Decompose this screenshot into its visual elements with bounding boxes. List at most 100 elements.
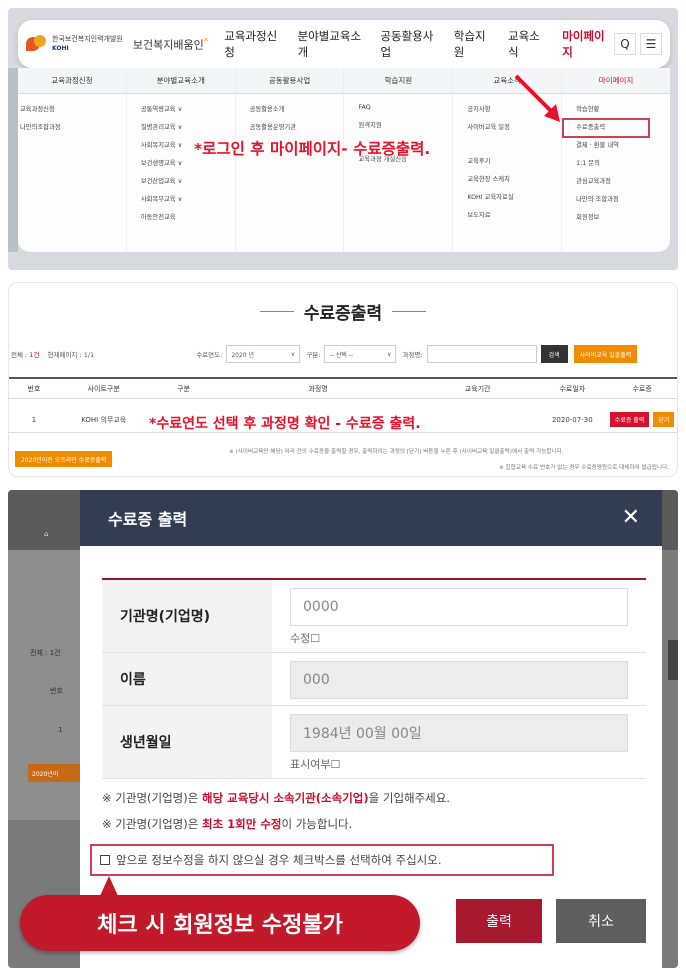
mega-menu-item[interactable]: 나만의 조합과정 (576, 194, 619, 203)
mega-menu-item[interactable]: 교육현장 스케치 (467, 174, 513, 183)
top-navigation: 한국보건복지인력개발원 KOHI 보건복지배움인* 교육과정신청 분야별교육소개… (18, 20, 670, 68)
site-name[interactable]: 보건복지배움인* (133, 36, 208, 53)
mega-menu-item[interactable]: 회원정보 (576, 212, 619, 221)
certificate-form: 기관명(기업명) 0000 수정☐ 이름 000 생년월일 1984년 00월 … (102, 578, 646, 779)
print-button[interactable]: 출력 (456, 899, 542, 943)
mega-menu-item[interactable]: 1:1 문의 (576, 158, 619, 167)
agreement-checkbox[interactable] (100, 855, 110, 865)
instruction-caption-login: *로그인 후 마이페이지- 수료증출력. (194, 140, 431, 158)
bulk-print-notice: ※ (사이버교육만 해당) 여러 건의 수료증을 출력할 경우, 출력하려는 과… (229, 449, 564, 455)
mega-menu-item[interactable]: 공지사항 (467, 104, 513, 113)
mega-menu-item[interactable]: 보건산업교육 ∨ (141, 176, 182, 185)
modal-header: 수료증 출력 ✕ (80, 490, 662, 546)
name-label: 이름 (102, 653, 272, 705)
offline-certificate-button[interactable]: 2020년이전 오프라인 수료증출력 (15, 451, 113, 467)
no-edit-agreement[interactable]: 앞으로 정보수정을 하지 않으실 경우 체크박스를 선택하여 주십시오. (90, 844, 554, 876)
mega-menu-dropdown: 교육과정신청 교육과정신청 나만의조합과정 분야별교육소개 공통역량교육 ∨ 질병관리교육… (18, 68, 670, 252)
year-label: 수료연도: (196, 351, 223, 359)
mega-column-heading[interactable]: 분야별교육소개 (126, 68, 235, 94)
menu-item-field-education[interactable]: 분야별교육소개 (298, 28, 365, 60)
mega-menu-item[interactable]: 나만의조합과정 (20, 122, 61, 131)
print-certificate-button[interactable]: 수료증 출력 (609, 412, 650, 427)
menu-screenshot-panel: 한국보건복지인력개발원 KOHI 보건복지배움인* 교육과정신청 분야별교육소개… (8, 8, 678, 270)
menu-item-education-news[interactable]: 교육소식 (508, 28, 546, 60)
cancel-button[interactable]: 취소 (556, 899, 646, 943)
row-site: KOHI 의무교육 (81, 415, 127, 424)
certificate-print-modal: 수료증 출력 ✕ 기관명(기업명) 0000 수정☐ 이름 000 생년월일 1 (20, 490, 662, 968)
mega-menu-item[interactable]: 사회복지교육 ∨ (141, 140, 182, 149)
mega-column: 학습지원 FAQ 원격지원 교육과정 개설신청 (344, 68, 454, 252)
mega-column-heading[interactable]: 학습지원 (344, 68, 453, 94)
callout-pointer (100, 876, 118, 896)
form-row-birthdate: 생년월일 1984년 00월 00일 표시여부☐ (102, 706, 646, 779)
mega-menu-item[interactable]: 공동활용소개 (250, 104, 296, 113)
close-icon[interactable]: ✕ (622, 507, 640, 529)
course-name-label: 과정명: (402, 351, 423, 359)
mega-menu-item[interactable]: 질병관리교육 ∨ (141, 122, 182, 131)
mega-menu-item[interactable]: 학습현황 (576, 104, 619, 113)
main-menu: 교육과정신청 분야별교육소개 공동활용사업 학습지원 교육소식 마이페이지 (224, 28, 610, 60)
note-edit-once: ※ 기관명(기업명)은 최초 1회만 수정이 가능합니다. (102, 817, 353, 831)
background-image-strip (8, 68, 18, 252)
mega-column-heading[interactable]: 공동활용사업 (235, 68, 344, 94)
form-row-name: 이름 000 (102, 653, 646, 706)
mega-column: 마이페이지 학습현황 수료증출력 결제 · 환불 내역 1:1 문의 관심교육과정 나만의 … (562, 68, 670, 252)
background-number-header: 번호 (50, 687, 63, 695)
menu-item-course-apply[interactable]: 교육과정신청 (224, 28, 281, 60)
display-checkbox[interactable]: 표시여부☐ (290, 756, 628, 772)
red-arrow-icon (514, 74, 560, 122)
mega-menu-item[interactable]: 아동안전교육 (141, 212, 182, 221)
mega-menu-item[interactable]: KOHI 교육자료실 (467, 192, 513, 201)
background-row-number: 1 (58, 726, 63, 734)
note-organization: ※ 기관명(기업명)은 해당 교육당시 소속기관(소속기업)을 기입해주세요. (102, 791, 450, 805)
chevron-down-icon: ∨ (290, 350, 296, 358)
hamburger-menu-icon[interactable]: ☰ (640, 33, 662, 55)
col-completion-date: 수료일자 (559, 384, 586, 393)
mega-menu-item[interactable]: 결제 · 환불 내역 (576, 140, 619, 149)
mega-menu-item[interactable]: 사이버교육 일정 (467, 122, 513, 131)
menu-item-learning-support[interactable]: 학습지원 (454, 28, 492, 60)
mega-menu-item[interactable]: 공동활용운영기관 (250, 122, 296, 131)
mega-menu-item[interactable]: 원격지원 (358, 120, 406, 129)
year-select[interactable]: 2020 년 ∨ (226, 345, 301, 363)
site-logo[interactable]: 한국보건복지인력개발원 KOHI (26, 35, 123, 53)
page-info: 현재페이지 : 1/1 (47, 351, 95, 359)
col-site: 사이트구분 (87, 384, 120, 393)
search-button[interactable]: 검색 (540, 345, 568, 363)
logo-en-name: KOHI (52, 45, 69, 52)
menu-item-joint-project[interactable]: 공동활용사업 (380, 28, 437, 60)
group-education-notice: ※ 집합교육 수료 번호가 없는 경우 수료증명원으로 대체하여 발급됩니다. (499, 465, 669, 471)
course-name-input[interactable] (426, 345, 537, 363)
row-completion-date: 2020-07-30 (551, 415, 593, 424)
type-select[interactable]: -- 선택 -- ∨ (324, 345, 397, 363)
mega-menu-item[interactable]: 공통역량교육 ∨ (141, 104, 182, 113)
close-row-button[interactable]: 닫기 (653, 412, 675, 427)
mega-menu-item[interactable]: 보도자료 (467, 210, 513, 219)
filter-bar: 전체 : 1건 현재페이지 : 1/1 수료연도: 2020 년 ∨ 구분: --… (9, 340, 677, 368)
mega-menu-item[interactable]: FAQ (358, 104, 406, 111)
instruction-caption-select: *수료연도 선택 후 과정명 확인 - 수료증 출력. (149, 416, 421, 432)
mega-menu-item[interactable]: 교육후기 (467, 156, 513, 165)
col-course-name: 과정명 (308, 384, 328, 393)
birthdate-label: 생년월일 (102, 706, 272, 778)
mega-column-heading[interactable]: 교육과정신청 (18, 68, 126, 94)
menu-item-mypage[interactable]: 마이페이지 (562, 28, 610, 60)
modal-title: 수료증 출력 (108, 510, 188, 529)
agreement-text: 앞으로 정보수정을 하지 않으실 경우 체크박스를 선택하여 주십시오. (116, 853, 442, 867)
mega-menu-item[interactable]: 교육과정신청 (20, 104, 61, 113)
mega-menu-item[interactable] (467, 140, 513, 147)
title-divider-left (259, 311, 294, 312)
title-divider-right (392, 311, 427, 312)
search-icon[interactable]: Q (614, 33, 636, 55)
table-header: 번호 사이트구분 구분 과정명 교육기간 수료일자 수료증 (9, 377, 677, 399)
mega-column-heading[interactable]: 마이페이지 (562, 68, 670, 94)
mega-menu-item[interactable]: 보건생명교육 ∨ (141, 158, 182, 167)
mega-menu-item[interactable]: 관심교육과정 (576, 176, 619, 185)
edit-checkbox[interactable]: 수정☐ (290, 630, 628, 646)
mega-column: 공동활용사업공동활용소개공동활용운영기관 (235, 68, 345, 252)
mega-column: 분야별교육소개공통역량교육 ∨ 질병관리교육 ∨ 사회복지교육 ∨ 보건생명교육 ∨ 보… (126, 68, 236, 252)
organization-input[interactable]: 0000 (290, 588, 628, 626)
mega-menu-item[interactable]: 사회복무교육 ∨ (141, 194, 182, 203)
logo-org-name: 한국보건복지인력개발원 (52, 35, 123, 43)
cyber-bulk-print-button[interactable]: 사이버교육 일괄출력 (573, 345, 638, 363)
